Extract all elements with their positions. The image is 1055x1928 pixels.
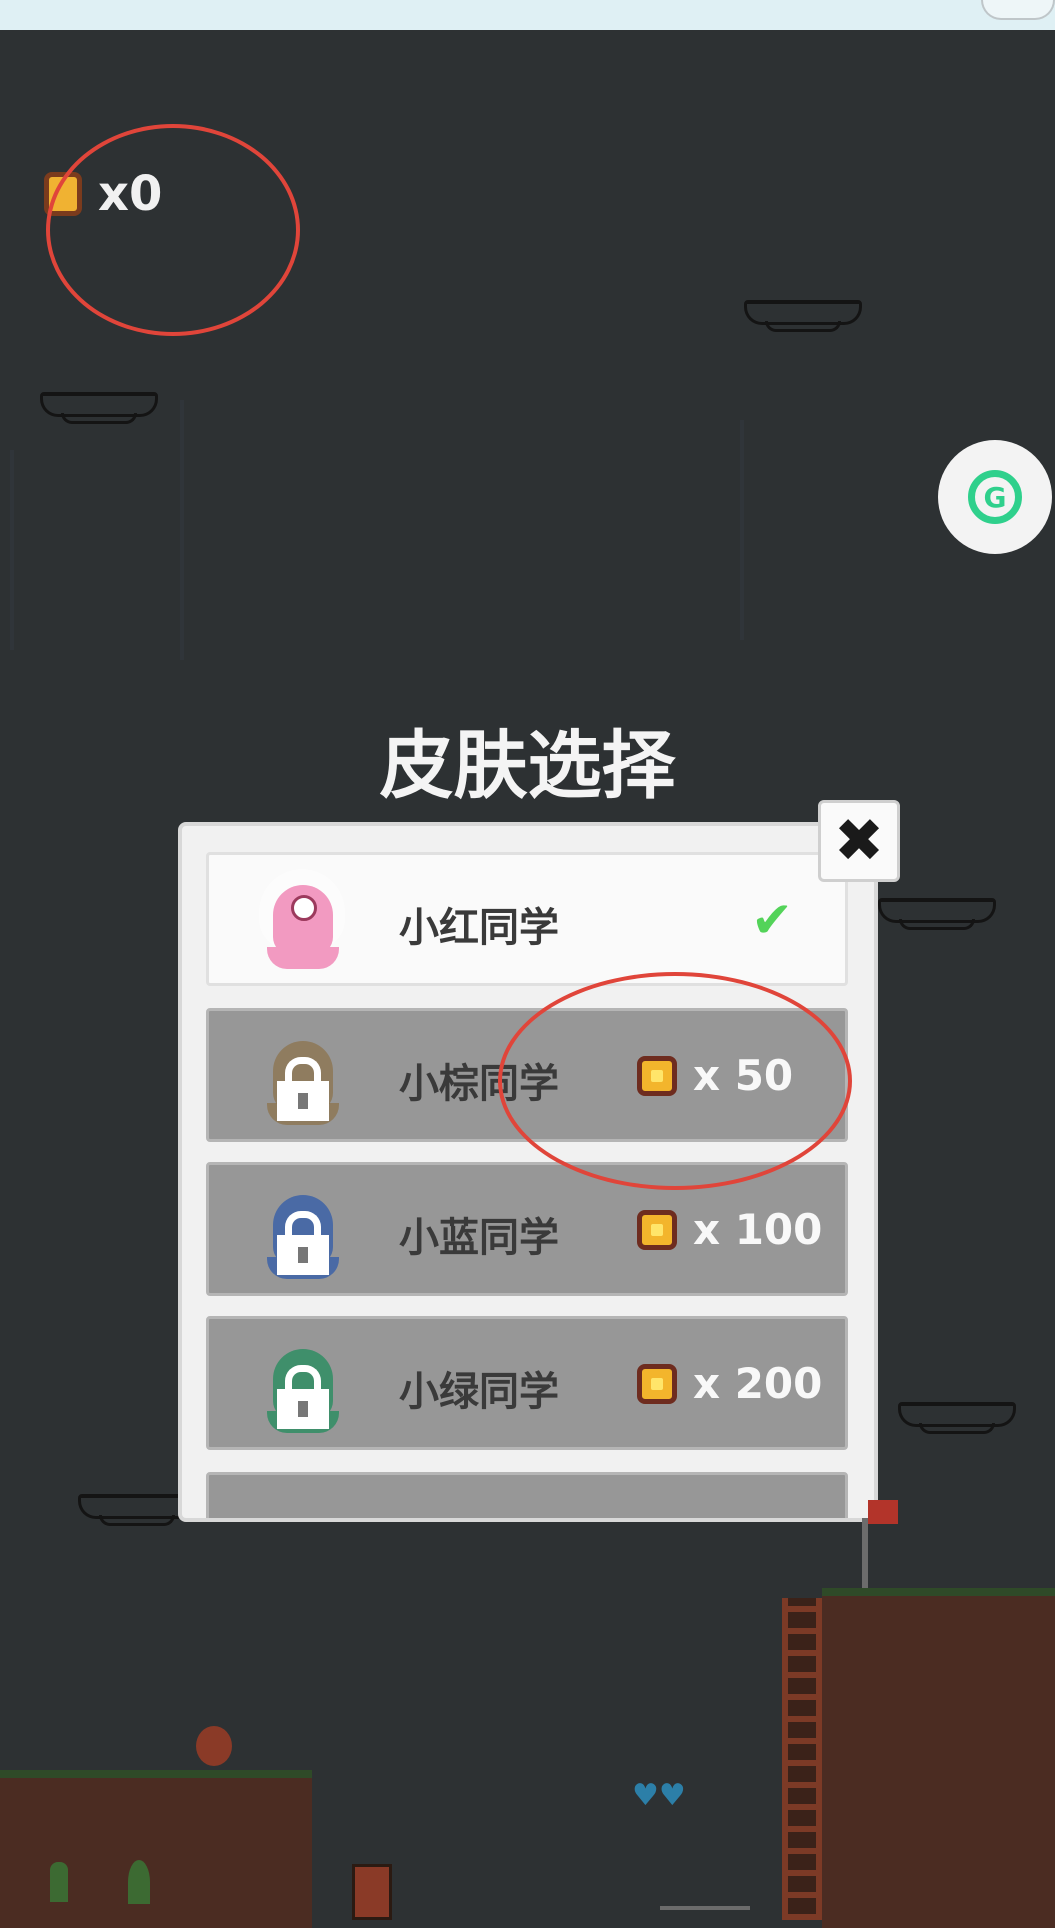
- crate: [352, 1864, 392, 1920]
- background-column: [740, 420, 744, 640]
- skin-price: x 100: [637, 1205, 822, 1254]
- lock-icon: [277, 1365, 329, 1429]
- skin-avatar-red: [253, 869, 353, 975]
- skin-avatar-green: [253, 1333, 353, 1439]
- skin-row-blue[interactable]: 小蓝同学 x 100: [206, 1162, 848, 1296]
- flag: [868, 1500, 898, 1524]
- plant-decoration: [128, 1860, 150, 1904]
- ground-block: [0, 1770, 312, 1928]
- skin-name: 小绿同学: [399, 1369, 559, 1415]
- skin-price: x 200: [637, 1359, 822, 1408]
- lock-icon: [277, 1211, 329, 1275]
- check-icon: ✔: [751, 891, 793, 949]
- skin-name: 小蓝同学: [399, 1215, 559, 1261]
- floating-assist-button[interactable]: G: [938, 440, 1052, 554]
- dialog-title: 皮肤选择: [379, 723, 676, 809]
- cloud-platform: [744, 300, 862, 332]
- spike-trap: [660, 1886, 750, 1910]
- refresh-g-icon: G: [968, 470, 1022, 524]
- background-column: [10, 450, 14, 650]
- top-strip: [0, 0, 1055, 30]
- annotation-circle-price: [498, 972, 852, 1190]
- cloud-decoration: [981, 0, 1055, 20]
- ladder: [782, 1598, 822, 1920]
- enemy-blob: [196, 1726, 232, 1766]
- close-button[interactable]: ✖: [818, 800, 900, 882]
- plant-decoration: [50, 1862, 68, 1902]
- skin-select-dialog: 小红同学 ✔ 小棕同学 x 50 小蓝同学 x 100 小绿同学 x 200: [178, 822, 878, 1522]
- annotation-circle-hud: [46, 124, 300, 336]
- background-column: [180, 400, 184, 660]
- flag-pole: [862, 1518, 868, 1588]
- cloud-platform: [40, 392, 158, 424]
- lock-icon: [277, 1057, 329, 1121]
- skin-avatar-blue: [253, 1179, 353, 1285]
- skin-row-green[interactable]: 小绿同学 x 200: [206, 1316, 848, 1450]
- skin-name: 小红同学: [399, 905, 559, 951]
- price-label: x 100: [693, 1205, 823, 1254]
- coin-icon: [637, 1209, 677, 1250]
- cloud-platform: [898, 1402, 1016, 1434]
- skin-row-partial[interactable]: [206, 1472, 848, 1518]
- heart-icon: ♥♥: [632, 1778, 686, 1813]
- price-label: x 200: [693, 1359, 823, 1408]
- cloud-platform: [878, 898, 996, 930]
- coin-icon: [637, 1363, 677, 1404]
- skin-row-red[interactable]: 小红同学 ✔: [206, 852, 848, 986]
- skin-avatar-brown: [253, 1025, 353, 1131]
- ground-block: [822, 1588, 1055, 1928]
